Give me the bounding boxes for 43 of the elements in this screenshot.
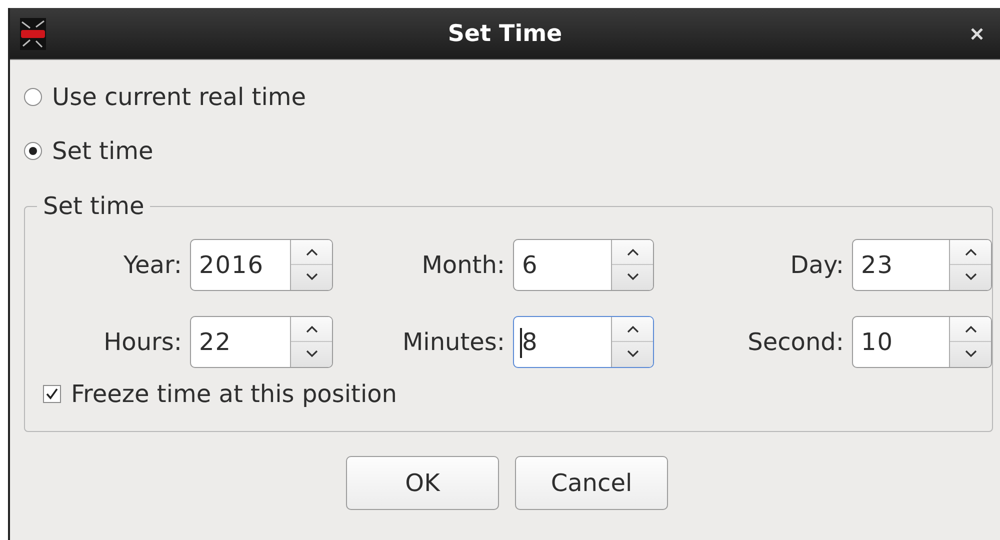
- check-icon: [45, 387, 59, 401]
- field-label: Minutes:: [401, 328, 505, 356]
- caret-up-icon: [626, 324, 638, 333]
- window-title: Set Time: [446, 20, 564, 46]
- spin-box[interactable]: 22: [190, 316, 333, 368]
- field-label: Month:: [420, 250, 505, 278]
- caret-down-icon: [964, 350, 976, 358]
- caret-down-icon: [626, 273, 638, 282]
- dialog-button[interactable]: Cancel: [515, 456, 668, 510]
- spin-value: 23: [860, 250, 895, 280]
- spin-value: 22: [198, 326, 233, 358]
- spin-box[interactable]: 23: [852, 238, 992, 290]
- spin-value: 8: [519, 326, 540, 360]
- dialog-button[interactable]: OK: [346, 456, 499, 510]
- field-label: Second:: [746, 328, 844, 356]
- caret-up-icon: [964, 248, 976, 256]
- radio-button[interactable]: [24, 142, 42, 160]
- caret-down-icon: [306, 273, 318, 282]
- field-label: Day:: [789, 250, 844, 278]
- close-icon: [970, 26, 984, 40]
- field-label: Year:: [122, 250, 182, 278]
- radio-label: Set time: [52, 137, 154, 165]
- caret-up-icon: [964, 324, 976, 333]
- spin-value: 2016: [198, 250, 266, 280]
- app-logo-icon: [20, 18, 46, 50]
- caret-down-icon: [626, 350, 638, 358]
- group-title: Set time: [42, 192, 146, 220]
- spin-value: 10: [860, 326, 895, 358]
- radio-button[interactable]: [24, 88, 42, 106]
- checkbox-label: Freeze time at this position: [71, 380, 398, 408]
- caret-up-icon: [306, 248, 318, 256]
- radio-label: Use current real time: [52, 83, 306, 111]
- caret-up-icon: [306, 324, 318, 333]
- spin-box[interactable]: 2016: [190, 238, 333, 290]
- checkbox[interactable]: [43, 385, 61, 403]
- spin-box[interactable]: 8: [513, 316, 654, 368]
- spin-box[interactable]: 6: [513, 238, 654, 290]
- caret-down-icon: [306, 350, 318, 358]
- caret-up-icon: [626, 248, 638, 256]
- spin-value: 6: [521, 250, 540, 280]
- caret-down-icon: [964, 273, 976, 282]
- spin-box[interactable]: 10: [852, 316, 992, 368]
- field-label: Hours:: [102, 328, 182, 356]
